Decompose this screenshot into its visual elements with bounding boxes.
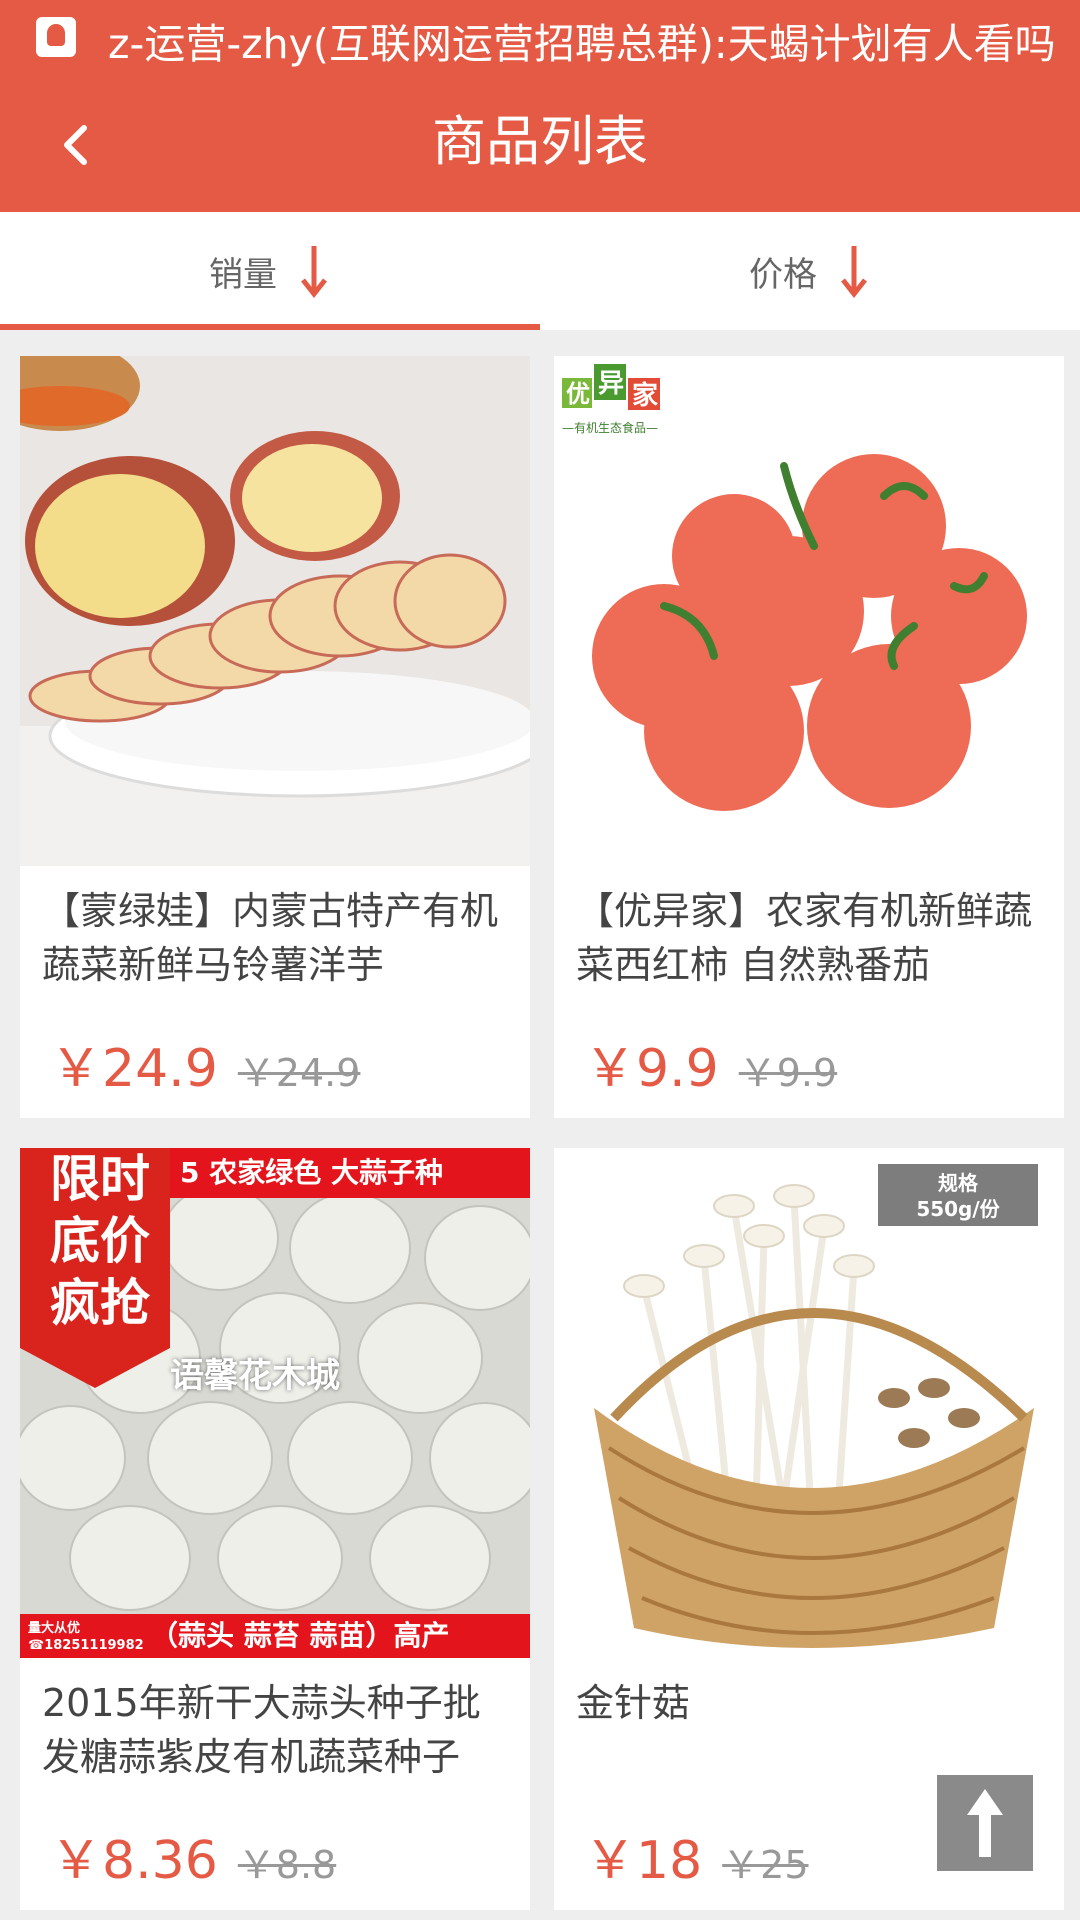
product-title[interactable]: 【优异家】农家有机新鲜蔬菜西红柿 自然熟番茄	[576, 884, 1044, 992]
spec-tag: 规格 550g/份	[878, 1164, 1038, 1226]
product-original-price: ￥8.8	[237, 1843, 337, 1887]
page-title: 商品列表	[432, 110, 648, 173]
arrow-down-icon	[297, 242, 331, 300]
product-image-tomato[interactable]: 优 异 家 —有机生态食品—	[554, 356, 1064, 866]
arrow-down-icon	[837, 242, 871, 300]
sort-bar: 销量 价格	[0, 212, 1080, 330]
price-row: ￥18 ￥25	[584, 1818, 809, 1893]
promo-banner-bottom-text: （蒜头 蒜苔 蒜苗）高产	[150, 1619, 450, 1652]
sort-tab-price[interactable]: 价格	[540, 212, 1080, 330]
promo-badge: 限时底价疯抢	[20, 1148, 180, 1380]
product-card[interactable]: 【蒙绿娃】内蒙古特产有机蔬菜新鲜马铃薯洋芋 ￥24.9 ￥24.9	[20, 356, 530, 1118]
product-price: ￥9.9	[584, 1039, 719, 1099]
svg-text:家: 家	[632, 380, 658, 411]
svg-text:—有机生态食品—: —有机生态食品—	[562, 420, 658, 435]
shop-watermark: 语馨花木城	[170, 1356, 340, 1396]
app-header: 商品列表	[0, 78, 1080, 212]
price-row: ￥8.36 ￥8.8	[50, 1818, 336, 1893]
product-original-price: ￥9.9	[738, 1051, 838, 1095]
product-card[interactable]: 限时底价疯抢 5 农家绿色 大蒜子种 语馨花木城 （蒜头 蒜苔 蒜苗）高产 量大…	[20, 1148, 530, 1910]
sort-tab-label: 销量	[209, 254, 277, 295]
spec-label: 规格	[938, 1171, 978, 1195]
notification-text: z-运营-zhy(互联网运营招聘总群):天蝎计划有人看吗	[108, 20, 1056, 68]
product-title[interactable]: 【蒙绿娃】内蒙古特产有机蔬菜新鲜马铃薯洋芋	[42, 884, 510, 992]
product-price: ￥8.36	[50, 1831, 218, 1891]
spec-value: 550g/份	[916, 1197, 1000, 1221]
sort-tab-label: 价格	[749, 254, 817, 295]
back-to-top-button[interactable]	[937, 1775, 1033, 1871]
product-image-garlic[interactable]: 限时底价疯抢 5 农家绿色 大蒜子种 语馨花木城 （蒜头 蒜苔 蒜苗）高产 量大…	[20, 1148, 530, 1658]
price-row: ￥9.9 ￥9.9	[584, 1026, 837, 1101]
product-original-price: ￥24.9	[237, 1051, 361, 1095]
product-price: ￥24.9	[50, 1039, 218, 1099]
brand-logo: 优 异 家 —有机生态食品—	[558, 360, 666, 442]
qq-icon	[36, 17, 76, 57]
product-title[interactable]: 金针菇	[576, 1676, 1044, 1730]
product-title[interactable]: 2015年新干大蒜头种子批发糖蒜紫皮有机蔬菜种子	[42, 1676, 510, 1784]
product-original-price: ￥25	[722, 1843, 809, 1887]
sort-tab-sales[interactable]: 销量	[0, 212, 540, 330]
product-card[interactable]: 优 异 家 —有机生态食品— 【优异家】农家有机新鲜蔬菜西红柿 自然熟番茄 ￥9…	[554, 356, 1064, 1118]
status-bar: z-运营-zhy(互联网运营招聘总群):天蝎计划有人看吗	[0, 0, 1080, 78]
promo-banner-top: 5 农家绿色 大蒜子种	[170, 1148, 530, 1198]
seller-note: 量大从优 ☎18251119982	[28, 1621, 144, 1653]
product-image-mushroom[interactable]: 规格 550g/份	[554, 1148, 1064, 1658]
svg-text:优: 优	[566, 380, 590, 408]
svg-text:异: 异	[598, 369, 624, 399]
product-price: ￥18	[584, 1831, 703, 1891]
price-row: ￥24.9 ￥24.9	[50, 1026, 360, 1101]
promo-text: 限时底价疯抢	[50, 1150, 150, 1332]
arrow-up-icon	[967, 1789, 1003, 1857]
product-image-potato[interactable]	[20, 356, 530, 866]
